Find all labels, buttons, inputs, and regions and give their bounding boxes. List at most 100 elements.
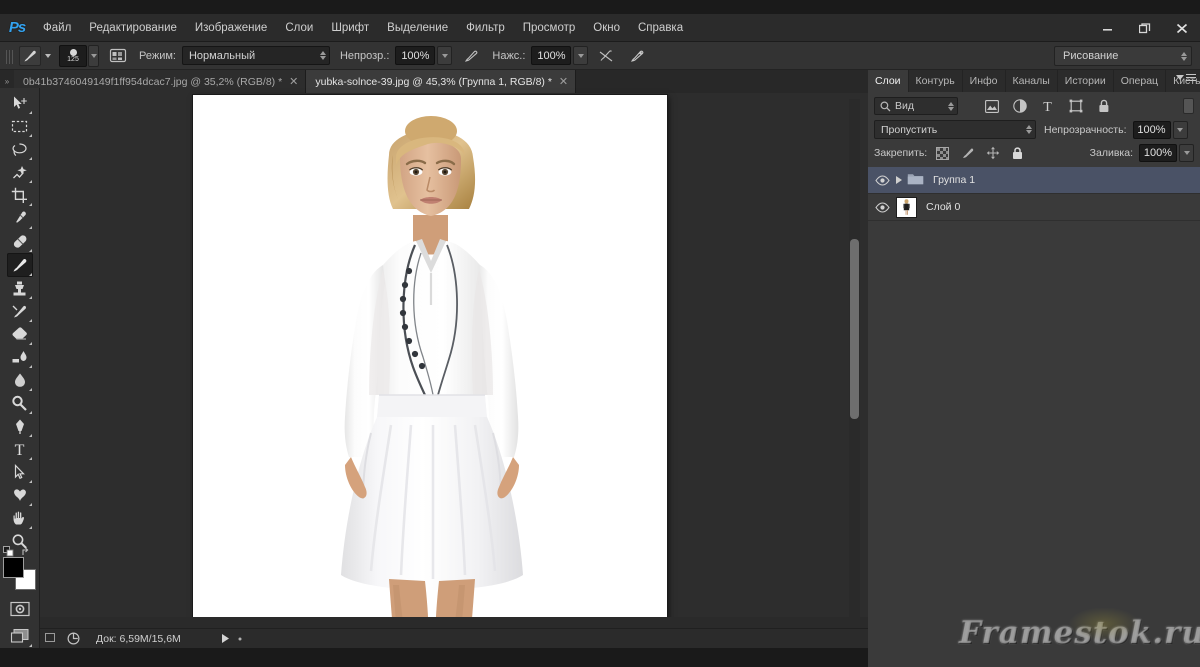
tab-paths[interactable]: Контурь [909, 70, 963, 92]
dodge-tool-submenu-icon [28, 410, 32, 414]
layer-fill-dropdown[interactable] [1179, 144, 1194, 162]
panel-menu-button[interactable] [1176, 74, 1196, 81]
eraser-tool[interactable] [7, 323, 33, 346]
layer-row-group-1[interactable]: Группа 1 [868, 167, 1200, 194]
menu-item-select[interactable]: Выделение [378, 14, 457, 42]
group-disclosure-triangle-icon[interactable] [896, 176, 902, 184]
document-canvas-area[interactable] [40, 93, 868, 650]
status-bar-expand[interactable] [221, 633, 243, 644]
image-canvas[interactable] [193, 95, 667, 650]
layer-filter-select[interactable]: Вид [874, 97, 958, 115]
layer-opacity-dropdown[interactable] [1172, 120, 1188, 139]
document-tab-1-close-icon[interactable]: ✕ [289, 75, 298, 88]
lasso-tool[interactable] [7, 138, 33, 161]
restore-button[interactable] [1126, 14, 1163, 42]
layer-blend-mode-select[interactable]: Пропустить [874, 120, 1036, 139]
menu-item-window[interactable]: Окно [584, 14, 629, 42]
document-tab-1[interactable]: 0b41b3746049149f1ff954dcac7.jpg @ 35,2% … [14, 70, 307, 93]
tab-channels[interactable]: Каналы [1006, 70, 1058, 92]
flow-input[interactable]: 100% [531, 46, 572, 65]
layer-name-group-1[interactable]: Группа 1 [933, 174, 975, 186]
filter-smart-objects-icon[interactable] [1096, 99, 1111, 114]
menu-item-layers[interactable]: Слои [276, 14, 322, 42]
current-tool-brush-icon[interactable] [19, 45, 41, 66]
blend-mode-select[interactable]: Нормальный [181, 46, 330, 65]
lock-position-icon[interactable] [985, 146, 1000, 161]
menu-item-type[interactable]: Шрифт [322, 14, 378, 42]
menu-item-file[interactable]: Файл [34, 14, 80, 42]
toggle-brush-panel-button[interactable] [107, 46, 129, 66]
layer-row-layer-0[interactable]: Слой 0 [868, 194, 1200, 221]
photoshop-logo-icon: Ps [8, 19, 26, 36]
lock-transparent-pixels-icon[interactable] [935, 146, 950, 161]
lock-all-icon[interactable] [1010, 146, 1025, 161]
layer-fill-input[interactable]: 100% [1139, 144, 1177, 162]
move-tool[interactable] [7, 92, 33, 115]
canvas-vertical-scrollbar[interactable] [849, 99, 860, 623]
horizontal-type-tool[interactable]: T [7, 438, 33, 461]
document-info-icon[interactable] [62, 629, 84, 649]
filter-enable-toggle[interactable] [1183, 98, 1194, 114]
brush-preset-picker[interactable]: 125 [59, 44, 87, 67]
menu-item-filter[interactable]: Фильтр [457, 14, 514, 42]
screen-mode-status-icon[interactable] [40, 629, 62, 649]
filter-adjustment-layers-icon[interactable] [1012, 99, 1027, 114]
blur-tool[interactable] [7, 369, 33, 392]
brush-tool[interactable] [6, 253, 33, 277]
layer-opacity-input[interactable]: 100% [1132, 120, 1171, 139]
default-colors-icon[interactable] [2, 546, 13, 557]
tab-history[interactable]: Истории [1058, 70, 1114, 92]
tab-info[interactable]: Инфо [963, 70, 1006, 92]
lock-fill-row: Закрепить: Заливка: 100% [874, 144, 1194, 162]
crop-tool[interactable] [7, 184, 33, 207]
pen-tool[interactable] [7, 415, 33, 438]
document-tab-2[interactable]: yubka-solnce-39.jpg @ 45,3% (Группа 1, R… [306, 70, 577, 93]
rectangular-marquee-tool[interactable] [7, 115, 33, 138]
menu-item-view[interactable]: Просмотр [514, 14, 585, 42]
filter-pixel-layers-icon[interactable] [984, 99, 999, 114]
screen-mode-button[interactable] [7, 625, 33, 648]
panel-menu-caret-icon [1176, 75, 1184, 80]
opacity-dropdown[interactable] [437, 46, 453, 65]
eyedropper-tool[interactable] [7, 207, 33, 230]
close-button[interactable] [1163, 14, 1200, 42]
path-selection-tool[interactable] [7, 461, 33, 484]
layer-visibility-toggle-group-1[interactable] [870, 174, 894, 186]
clone-stamp-tool[interactable] [7, 277, 33, 300]
swap-colors-icon[interactable] [21, 547, 30, 556]
custom-shape-tool[interactable] [7, 484, 33, 507]
history-brush-tool[interactable] [7, 300, 33, 323]
tablet-pressure-size-toggle[interactable] [626, 46, 648, 66]
layer-visibility-toggle-layer-0[interactable] [870, 201, 894, 213]
spot-healing-brush-tool[interactable] [7, 230, 33, 253]
gradient-tool[interactable] [7, 346, 33, 369]
layer-name-layer-0[interactable]: Слой 0 [926, 201, 960, 213]
dodge-tool[interactable] [7, 392, 33, 415]
menu-item-help[interactable]: Справка [629, 14, 692, 42]
filter-shape-layers-icon[interactable] [1068, 99, 1083, 114]
pressure-opacity-toggle[interactable] [460, 46, 482, 66]
hand-tool[interactable] [7, 507, 33, 530]
canvas-vertical-scroll-thumb[interactable] [850, 239, 859, 419]
flow-dropdown[interactable] [573, 46, 589, 65]
lasso-tool-submenu-icon [28, 157, 32, 161]
menu-item-image[interactable]: Изображение [186, 14, 276, 42]
tool-preset-caret-icon[interactable] [45, 53, 51, 58]
menu-item-edit[interactable]: Редактирование [80, 14, 186, 42]
tab-actions[interactable]: Операц [1114, 70, 1167, 92]
lock-image-pixels-icon[interactable] [960, 146, 975, 161]
workspace-selector[interactable]: Рисование [1054, 46, 1192, 66]
brush-preset-dropdown[interactable] [88, 44, 99, 67]
options-bar-grip[interactable] [4, 45, 13, 66]
quick-mask-mode-button[interactable] [7, 598, 33, 621]
foreground-color-swatch[interactable] [2, 557, 24, 579]
canvas-horizontal-scrollbar[interactable] [40, 617, 868, 628]
opacity-input[interactable]: 100% [395, 46, 436, 65]
document-tab-2-close-icon[interactable]: ✕ [559, 75, 568, 88]
quick-selection-tool[interactable] [7, 161, 33, 184]
layer-thumbnail-layer-0[interactable] [896, 196, 917, 218]
airbrush-toggle-button[interactable] [596, 46, 618, 66]
minimize-button[interactable] [1089, 14, 1126, 42]
filter-type-layers-icon[interactable]: T [1040, 99, 1055, 114]
tab-layers[interactable]: Слои [868, 70, 909, 92]
